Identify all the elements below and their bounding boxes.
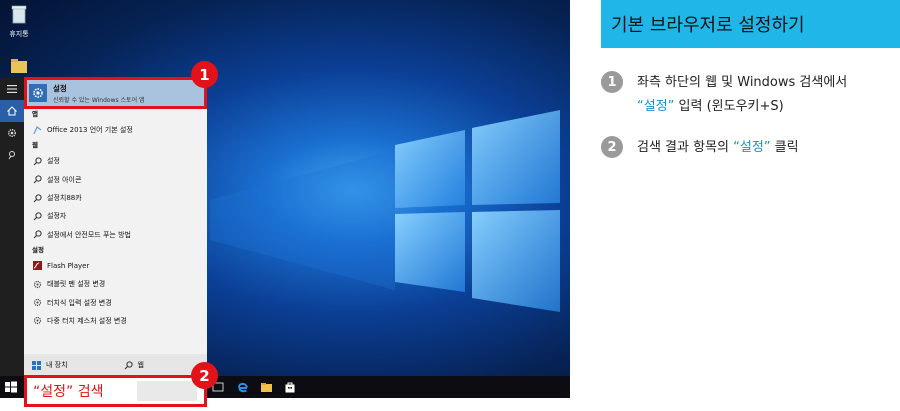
section-header-web: 웹 (32, 141, 38, 150)
settings-rail-button[interactable] (0, 122, 24, 144)
recycle-bin-icon (11, 5, 27, 24)
step-2-highlight: “설정” (733, 140, 771, 155)
gear-icon (32, 316, 42, 326)
edge-browser-button[interactable] (234, 379, 250, 395)
office-icon (32, 125, 42, 135)
folder-icon (11, 59, 27, 73)
search-scope-bar: 내 장치 웹 (24, 354, 207, 376)
instruction-step-2: 2 검색 결과 항목의 “설정” 클릭 (601, 136, 799, 160)
step-1-line-2: “설정” 입력 (윈도우키+S) (637, 95, 847, 119)
settings-result-label: 태블릿 펜 설정 변경 (47, 280, 106, 289)
my-device-label: 내 장치 (46, 361, 68, 369)
highlight-box-best-match (24, 77, 207, 109)
web-result-label: 설정치88카 (47, 194, 82, 203)
search-icon (32, 230, 42, 240)
search-box-placeholder-area (137, 381, 197, 401)
step-number-1: 1 (601, 71, 623, 93)
home-icon (7, 106, 17, 116)
file-explorer-button[interactable] (258, 379, 274, 395)
settings-result-label: 다중 터치 제스처 설정 변경 (47, 316, 127, 325)
settings-result[interactable]: 터치식 입력 설정 변경 (24, 293, 207, 311)
web-result-label: 설정자 (47, 212, 67, 221)
step-badge-2: 2 (191, 362, 218, 389)
step-1-rest: 입력 (윈도우키+S) (674, 99, 784, 114)
settings-result-label: Flash Player (47, 261, 90, 270)
web-result[interactable]: 설정자 (24, 207, 207, 225)
search-results-panel: 설정 신뢰할 수 있는 Windows 스토어 앱 앱 Office 2013 … (24, 78, 207, 376)
search-query-text: “설정” 검색 (33, 384, 104, 400)
web-result[interactable]: 설정 아이콘 (24, 171, 207, 189)
web-result-label: 설정 (47, 157, 60, 166)
step-number-2: 2 (601, 136, 623, 158)
instruction-step-1: 1 좌측 하단의 웹 및 Windows 검색에서 “설정” 입력 (윈도우키+… (601, 71, 847, 119)
settings-result[interactable]: 태블릿 펜 설정 변경 (24, 275, 207, 293)
instruction-title: 기본 브라우저로 설정하기 (601, 0, 900, 48)
search-icon (32, 175, 42, 185)
app-result-office-language[interactable]: Office 2013 언어 기본 설정 (24, 121, 207, 139)
folder-icon (260, 382, 272, 392)
step-2-prefix: 검색 결과 항목의 (637, 140, 734, 155)
taskbar-search-input[interactable]: “설정” 검색 (27, 378, 204, 404)
section-header-settings: 설정 (32, 245, 44, 254)
web-result-label: 설정 아이콘 (47, 175, 82, 184)
recycle-bin-label: 휴지통 (9, 30, 29, 38)
web-result-label: 설정에서 안전모드 푸는 방법 (47, 230, 131, 239)
gear-icon (8, 129, 16, 137)
hamburger-icon (7, 85, 17, 93)
web-filter-label: 웹 (137, 361, 144, 369)
step-1-line-1: 좌측 하단의 웹 및 Windows 검색에서 (637, 75, 848, 90)
my-device-filter[interactable]: 내 장치 (24, 360, 116, 370)
search-icon (32, 193, 42, 203)
app-result-label: Office 2013 언어 기본 설정 (47, 126, 133, 135)
store-bag-icon (285, 382, 295, 393)
step-1-highlight: “설정” (637, 99, 675, 114)
settings-result-flash[interactable]: Flash Player (24, 257, 207, 275)
step-badge-1: 1 (191, 61, 218, 88)
store-button[interactable] (282, 379, 298, 395)
search-icon (124, 360, 133, 369)
search-icon (32, 156, 42, 166)
settings-result-label: 터치식 입력 설정 변경 (47, 298, 112, 307)
hamburger-menu-button[interactable] (0, 78, 24, 100)
feedback-button[interactable] (0, 144, 24, 166)
section-header-apps: 앱 (32, 110, 38, 118)
home-button[interactable] (0, 100, 24, 122)
web-result[interactable]: 설정 (24, 152, 207, 170)
recycle-bin-desktop-icon[interactable]: 휴지통 (4, 4, 34, 39)
start-menu-rail (0, 78, 24, 376)
gear-icon (32, 279, 42, 289)
feedback-icon (8, 151, 15, 160)
web-result[interactable]: 설정에서 안전모드 푸는 방법 (24, 225, 207, 243)
start-button-icon[interactable] (4, 380, 18, 394)
tutorial-screenshot: 휴지통 설정 신뢰할 수 있는 Windows 스토어 앱 앱 Office 2… (0, 0, 900, 411)
windows-icon (32, 360, 41, 370)
gear-icon (32, 298, 42, 308)
web-result[interactable]: 설정치88카 (24, 189, 207, 207)
settings-result[interactable]: 다중 터치 제스처 설정 변경 (24, 312, 207, 330)
edge-icon (237, 382, 248, 392)
flash-player-icon (32, 261, 42, 271)
search-icon (32, 211, 42, 221)
step-2-suffix: 클릭 (770, 140, 799, 155)
folder-desktop-icon[interactable] (4, 58, 34, 78)
